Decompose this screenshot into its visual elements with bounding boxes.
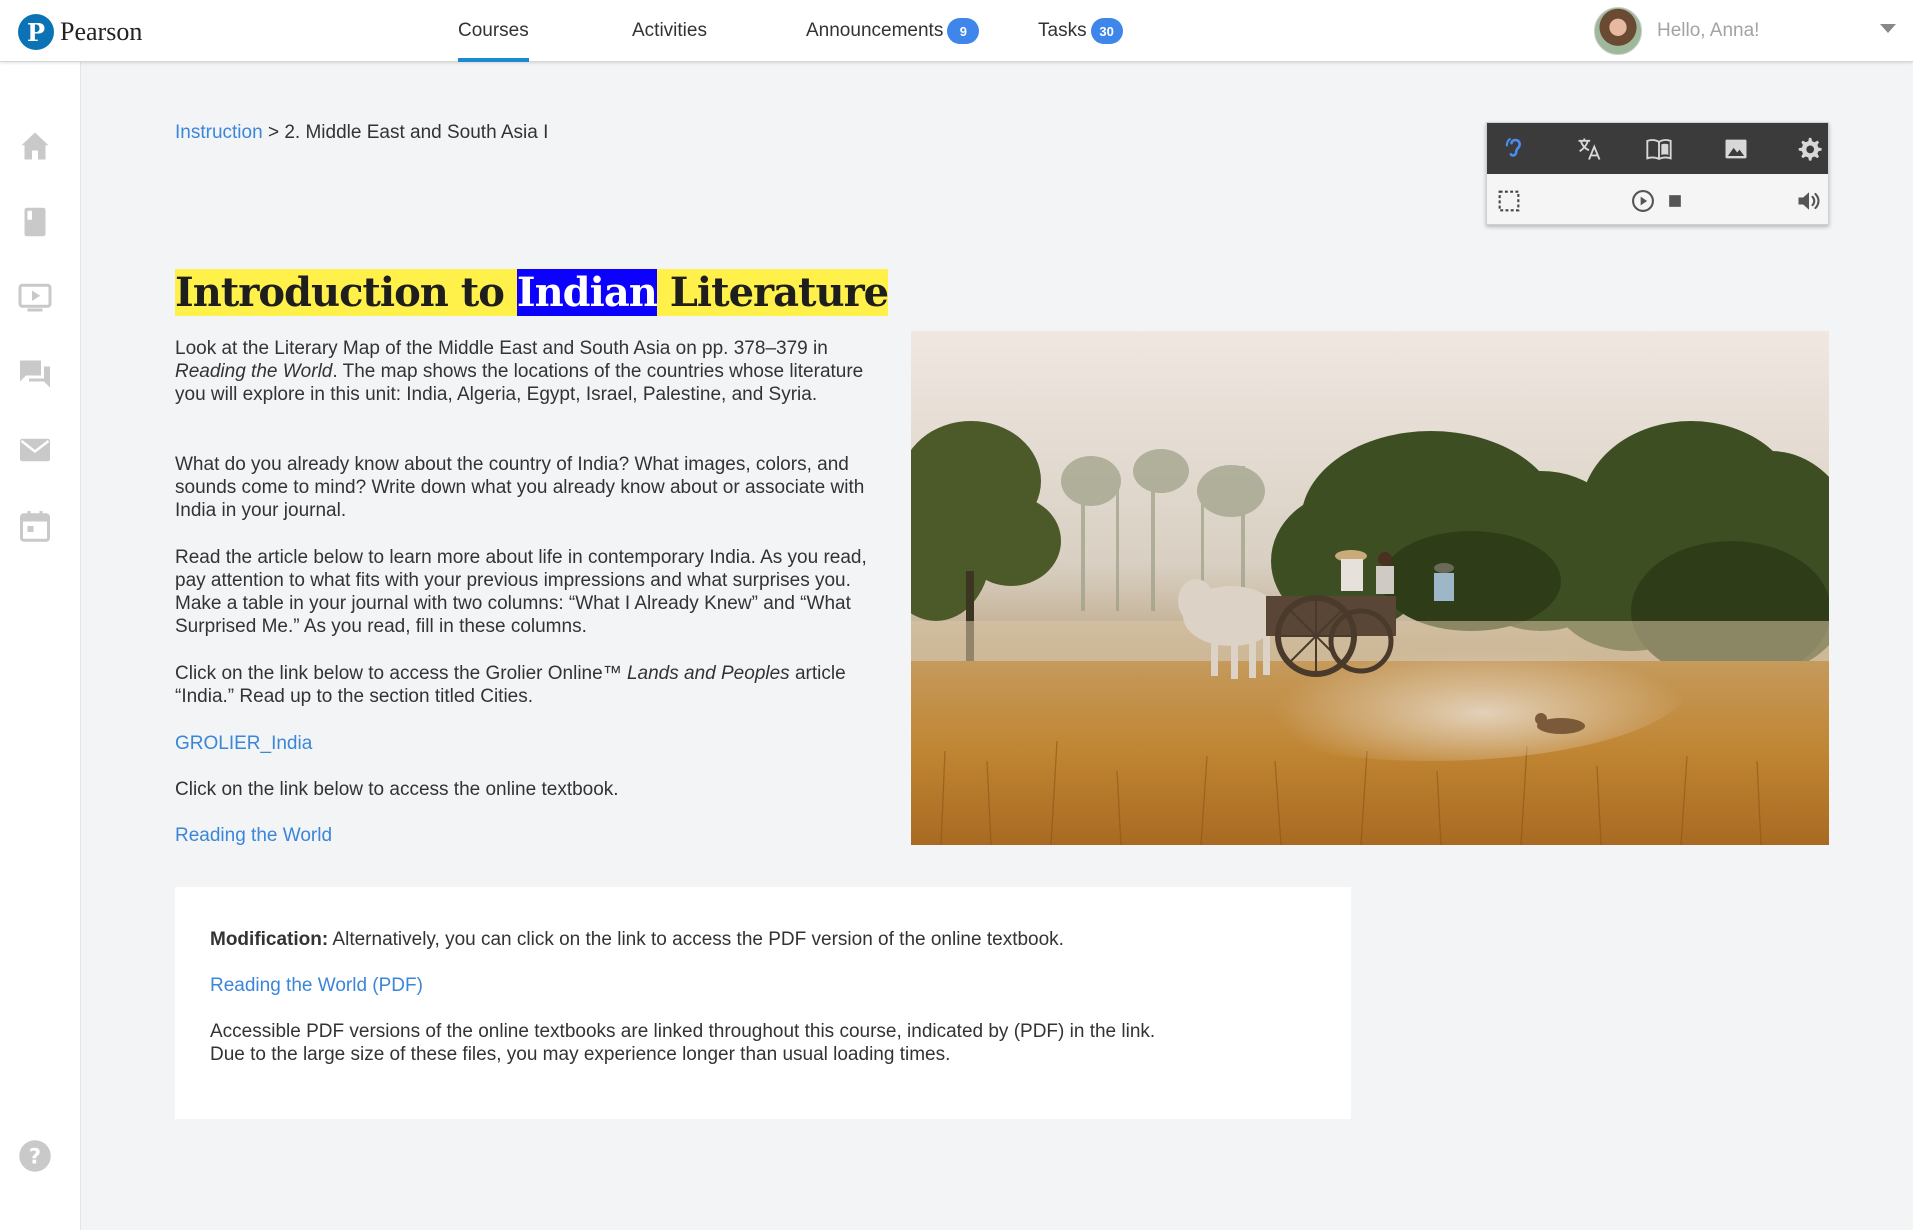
home-icon[interactable]: [17, 128, 53, 164]
avatar: [1594, 7, 1642, 55]
nav-activities-label: Activities: [632, 20, 707, 41]
paragraph-literary-map: Look at the Literary Map of the Middle E…: [175, 337, 885, 406]
book-icon[interactable]: [17, 204, 53, 240]
calendar-icon[interactable]: [17, 508, 53, 544]
nav-courses[interactable]: Courses: [458, 0, 529, 62]
pearson-logo-mark: P: [18, 14, 54, 50]
pearson-logo-text: Pearson: [60, 17, 143, 46]
user-greeting: Hello, Anna!: [1657, 20, 1760, 41]
title-highlighted-word: Indian: [516, 269, 658, 316]
india-landscape-image: [911, 331, 1829, 845]
modification-description: Alternatively, you can click on the link…: [328, 929, 1064, 950]
reading-tools-toolbar: [1487, 123, 1828, 174]
breadcrumb-instruction-link[interactable]: Instruction: [175, 122, 263, 143]
video-icon[interactable]: [17, 280, 53, 316]
user-menu[interactable]: Hello, Anna!: [1594, 6, 1759, 56]
pdf-link-row: Reading the World (PDF): [210, 974, 423, 997]
nav-announcements-label: Announcements: [806, 20, 944, 41]
modification-label: Modification:: [210, 929, 329, 950]
paragraph-1-text-a: Look at the Literary Map of the Middle E…: [175, 338, 828, 359]
paragraph-textbook: Click on the link below to access the on…: [175, 779, 619, 800]
settings-icon[interactable]: [1795, 135, 1823, 163]
listen-icon[interactable]: [1501, 135, 1529, 163]
svg-text:?: ?: [29, 1145, 41, 1169]
stop-icon[interactable]: [1661, 187, 1687, 213]
paragraph-1-book-title: Reading the World: [175, 361, 333, 382]
breadcrumb-current: 2. Middle East and South Asia I: [284, 122, 549, 143]
nav-announcements[interactable]: Announcements 9: [806, 0, 980, 62]
pdf-note-line-1: Accessible PDF versions of the online te…: [210, 1021, 1156, 1042]
reading-the-world-link[interactable]: Reading the World: [175, 825, 332, 846]
nav-tasks-label: Tasks: [1038, 20, 1087, 41]
breadcrumb: Instruction > 2. Middle East and South A…: [175, 122, 548, 144]
title-part-3: Literature: [656, 269, 889, 316]
top-navigation-bar: P Pearson Courses Activities Announcemen…: [0, 0, 1913, 62]
chevron-down-icon[interactable]: [1880, 24, 1896, 33]
textbook-link-row: Reading the World: [175, 824, 885, 847]
breadcrumb-separator: >: [267, 122, 280, 143]
sidebar: ?: [0, 62, 81, 1230]
nav-tasks[interactable]: Tasks 30: [1038, 0, 1123, 62]
help-icon[interactable]: ?: [17, 1138, 53, 1174]
modification-box: Modification: Alternatively, you can cli…: [175, 887, 1351, 1119]
pdf-note-line-2: Due to the large size of these files, yo…: [210, 1044, 951, 1065]
grolier-link-row: GROLIER_India: [175, 732, 885, 755]
announcements-count-badge: 9: [947, 18, 980, 44]
paragraph-article-instructions: Read the article below to learn more abo…: [175, 547, 867, 637]
paragraph-grolier: Click on the link below to access the Gr…: [175, 662, 885, 708]
nav-activities[interactable]: Activities: [632, 0, 707, 62]
reading-tools-panel: [1486, 122, 1829, 225]
select-area-icon[interactable]: [1495, 187, 1521, 213]
tasks-count-badge: 30: [1090, 18, 1123, 44]
picture-dictionary-icon[interactable]: [1722, 135, 1750, 163]
title-part-1: Introduction to: [175, 269, 517, 316]
volume-icon[interactable]: [1795, 187, 1821, 213]
dictionary-icon[interactable]: [1645, 135, 1673, 163]
paragraph-4-title: Lands and Peoples: [626, 663, 790, 684]
translate-icon[interactable]: [1575, 135, 1603, 163]
reading-the-world-pdf-link[interactable]: Reading the World (PDF): [210, 975, 423, 996]
paragraph-prior-knowledge: What do you already know about the count…: [175, 454, 865, 521]
paragraph-4-text-a: Click on the link below to access the Gr…: [175, 663, 627, 684]
chat-icon[interactable]: [17, 356, 53, 392]
nav-courses-label: Courses: [458, 20, 529, 41]
modification-text: Modification: Alternatively, you can cli…: [210, 928, 1064, 951]
pearson-logo[interactable]: P Pearson: [18, 14, 142, 50]
mail-icon[interactable]: [17, 432, 53, 468]
play-icon[interactable]: [1629, 187, 1655, 213]
grolier-india-link[interactable]: GROLIER_India: [175, 733, 312, 754]
page-title: Introduction to Indian Literature: [175, 269, 889, 316]
